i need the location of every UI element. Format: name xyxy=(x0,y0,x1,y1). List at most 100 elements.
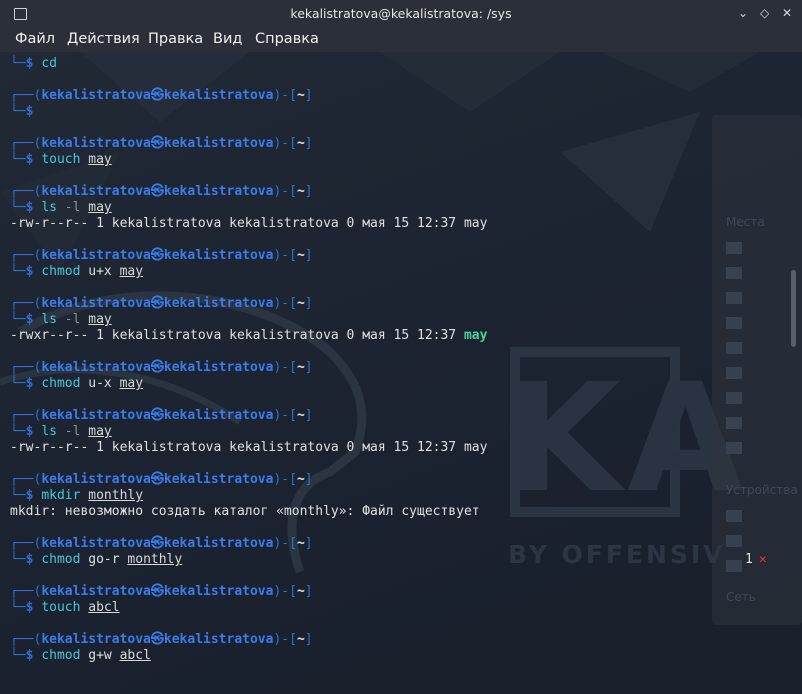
prompt-frame: )-[ xyxy=(273,184,297,199)
prompt-frame: └─ xyxy=(10,56,26,71)
close-button[interactable]: ✕ xyxy=(782,6,792,20)
command-option: -l xyxy=(64,200,81,215)
prompt-dollar: $ xyxy=(25,264,34,279)
prompt-directory: ~ xyxy=(296,184,305,199)
prompt-frame: └─ xyxy=(10,552,26,567)
prompt-user-host: kekalistratova㉿kekalistratova xyxy=(41,536,274,551)
prompt-user-host: kekalistratova㉿kekalistratova xyxy=(41,184,274,199)
command-line: └─$ ls -l may xyxy=(10,424,802,440)
prompt-frame: └─ xyxy=(10,200,26,215)
prompt-frame: )-[ xyxy=(273,296,297,311)
prompt-frame: )-[ xyxy=(273,248,297,263)
prompt-directory: ~ xyxy=(296,360,305,375)
command-line: └─$ touch abcl xyxy=(10,600,802,616)
prompt-dollar: $ xyxy=(25,104,34,119)
prompt-user-host: kekalistratova㉿kekalistratova xyxy=(41,360,274,375)
prompt-frame: )-[ xyxy=(273,536,297,551)
maximize-button[interactable]: ◇ xyxy=(760,6,769,20)
command-name: ls xyxy=(41,200,57,215)
prompt-frame: ] xyxy=(304,408,313,423)
prompt-frame: ┌──( xyxy=(10,472,42,487)
prompt-directory: ~ xyxy=(296,536,305,551)
output-line: -rw-r--r-- 1 kekalistratova kekalistrato… xyxy=(10,216,802,232)
prompt-user-host: kekalistratova㉿kekalistratova xyxy=(41,584,274,599)
prompt-frame: ] xyxy=(304,536,313,551)
command-line: └─$ touch may xyxy=(10,152,802,168)
command-line: └─$ chmod u+x may xyxy=(10,264,802,280)
command-argument: may xyxy=(88,152,112,167)
prompt-frame: ] xyxy=(304,632,313,647)
menu-help[interactable]: Справка xyxy=(255,31,319,47)
terminal-output: └─$ cd ┌──(kekalistratova㉿kekalistratova… xyxy=(10,56,802,664)
prompt-line: ┌──(kekalistratova㉿kekalistratova)-[~] xyxy=(10,88,802,104)
prompt-line: ┌──(kekalistratova㉿kekalistratova)-[~] xyxy=(10,248,802,264)
prompt-frame: └─ xyxy=(10,600,26,615)
command-name: chmod xyxy=(41,376,81,391)
prompt-frame: └─ xyxy=(10,648,26,663)
terminal-area[interactable]: KA BY OFFENSIV Места Устройства Сеть 1 ✕ … xyxy=(0,52,802,694)
command-name: touch xyxy=(41,152,81,167)
menu-file[interactable]: Файл xyxy=(15,31,55,47)
prompt-dollar: $ xyxy=(25,488,34,503)
prompt-directory: ~ xyxy=(296,296,305,311)
prompt-user-host: kekalistratova㉿kekalistratova xyxy=(41,632,274,647)
command-option: g+w xyxy=(88,648,112,663)
output-text: mkdir: невозможно создать каталог «month… xyxy=(10,504,480,519)
prompt-user-host: kekalistratova㉿kekalistratova xyxy=(41,296,274,311)
prompt-frame: ┌──( xyxy=(10,136,42,151)
command-line: └─$ cd xyxy=(10,56,802,72)
command-name: chmod xyxy=(41,552,81,567)
prompt-frame: └─ xyxy=(10,488,26,503)
prompt-frame: ┌──( xyxy=(10,536,42,551)
command-line: └─$ mkdir monthly xyxy=(10,488,802,504)
prompt-line: ┌──(kekalistratova㉿kekalistratova)-[~] xyxy=(10,408,802,424)
prompt-frame: ┌──( xyxy=(10,408,42,423)
prompt-frame: └─ xyxy=(10,264,26,279)
prompt-line: ┌──(kekalistratova㉿kekalistratova)-[~] xyxy=(10,184,802,200)
command-name: cd xyxy=(41,56,57,71)
command-argument: monthly xyxy=(127,552,183,567)
minimize-button[interactable]: ⌄ xyxy=(738,6,748,20)
title-bar: kekalistratova@kekalistratova: /sys ⌄ ◇ … xyxy=(0,0,802,28)
command-line: └─$ chmod go-r monthly xyxy=(10,552,802,568)
command-name: chmod xyxy=(41,264,81,279)
command-argument: may xyxy=(88,200,112,215)
prompt-dollar: $ xyxy=(25,424,34,439)
output-text: -rw-r--r-- 1 kekalistratova kekalistrato… xyxy=(10,440,488,455)
command-option: go-r xyxy=(88,552,120,567)
command-option: -l xyxy=(64,312,81,327)
menu-bar: Файл Действия Правка Вид Справка xyxy=(0,28,802,52)
output-line: mkdir: невозможно создать каталог «month… xyxy=(10,504,802,520)
prompt-frame: └─ xyxy=(10,376,26,391)
prompt-frame: ┌──( xyxy=(10,88,42,103)
prompt-directory: ~ xyxy=(296,136,305,151)
command-line: └─$ chmod g+w abcl xyxy=(10,648,802,664)
command-option: -l xyxy=(64,424,81,439)
prompt-dollar: $ xyxy=(25,648,34,663)
prompt-directory: ~ xyxy=(296,472,305,487)
prompt-frame: └─ xyxy=(10,312,26,327)
menu-actions[interactable]: Действия xyxy=(67,31,140,47)
prompt-frame: )-[ xyxy=(273,360,297,375)
prompt-frame: ┌──( xyxy=(10,296,42,311)
prompt-frame: ] xyxy=(304,248,313,263)
prompt-frame: └─ xyxy=(10,152,26,167)
menu-view[interactable]: Вид xyxy=(213,31,242,47)
command-option: u-x xyxy=(88,376,112,391)
menu-edit[interactable]: Правка xyxy=(148,31,203,47)
prompt-user-host: kekalistratova㉿kekalistratova xyxy=(41,472,274,487)
prompt-line: ┌──(kekalistratova㉿kekalistratova)-[~] xyxy=(10,536,802,552)
prompt-directory: ~ xyxy=(296,584,305,599)
command-name: touch xyxy=(41,600,81,615)
command-argument: may xyxy=(119,376,144,391)
prompt-frame: ┌──( xyxy=(10,184,42,199)
